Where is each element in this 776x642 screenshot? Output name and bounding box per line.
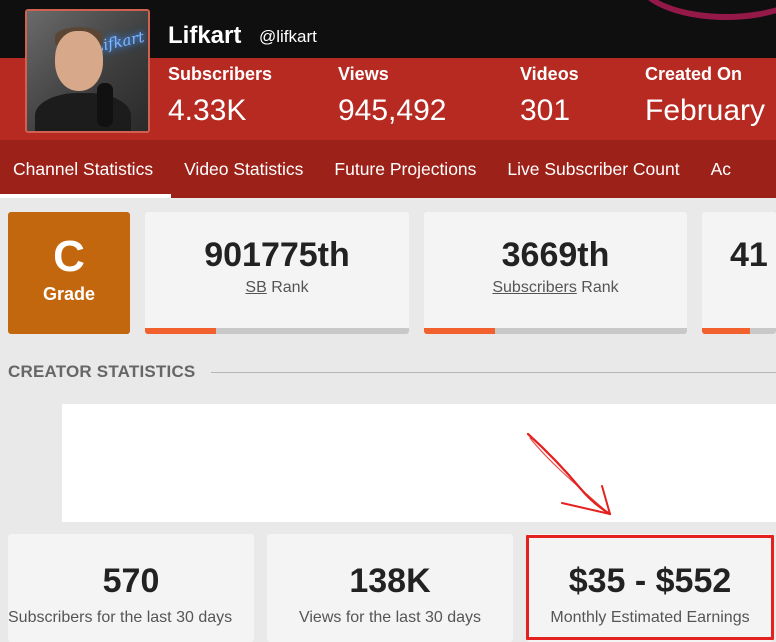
channel-handle[interactable]: @lifkart	[259, 27, 317, 47]
avatar[interactable]: Lifkart	[25, 9, 150, 133]
rank-progress-fill	[424, 328, 495, 334]
stat-card-label: Views for the last 30 days	[298, 609, 482, 626]
stat-views: Views 945,492	[338, 64, 446, 128]
tab-channel-statistics[interactable]: Channel Statistics	[0, 140, 172, 198]
stat-card-subscribers-30d: 570 Subscribers for the last 30 days	[8, 534, 254, 642]
stat-value: 945,492	[338, 94, 447, 127]
stat-card-label: Subscribers for the last 30 days	[8, 609, 233, 626]
ad-placeholder	[62, 404, 776, 522]
rank-value: 41	[730, 236, 768, 274]
rank-caption: SB Rank	[145, 279, 409, 297]
stat-card-value: 570	[102, 562, 160, 600]
stat-card-value: 138K	[349, 562, 431, 600]
annotation-highlight-box	[526, 535, 774, 640]
stat-label: Created On	[645, 64, 743, 84]
avatar-body	[35, 93, 131, 131]
decorative-glow	[636, 0, 776, 20]
grade-letter: C	[53, 232, 85, 281]
tab-live-subscriber-count[interactable]: Live Subscriber Count	[494, 140, 697, 198]
section-divider	[211, 371, 776, 373]
grade-card: C Grade	[8, 212, 130, 334]
rank-progress-track	[424, 328, 687, 334]
section-title: CREATOR STATISTICS	[8, 362, 196, 381]
channel-name: Lifkart	[168, 22, 242, 49]
tab-label: Future Projections	[334, 158, 477, 179]
stat-card-views-30d: 138K Views for the last 30 days	[267, 534, 513, 642]
grade-label: Grade	[42, 284, 96, 304]
stat-value: 301	[520, 94, 571, 127]
stat-created-on: Created On February	[645, 64, 765, 128]
rank-progress-track	[702, 328, 776, 334]
stat-label: Videos	[520, 64, 579, 84]
rank-suffix: Rank	[266, 279, 309, 296]
creator-statistics-header: CREATOR STATISTICS	[8, 362, 776, 382]
rank-caption: Subscribers Rank	[424, 279, 687, 297]
tab-label: Ac	[710, 158, 732, 179]
rank-value: 901775th	[204, 236, 350, 274]
rank-link[interactable]: SB	[245, 279, 266, 296]
stat-videos: Videos 301	[520, 64, 579, 128]
tab-label: Channel Statistics	[13, 158, 154, 179]
tab-future-projections[interactable]: Future Projections	[321, 140, 494, 198]
rank-progress-track	[145, 328, 409, 334]
stat-label: Views	[338, 64, 389, 84]
stat-value: 4.33K	[168, 94, 247, 127]
rank-card-subscribers: 3669th Subscribers Rank	[424, 212, 687, 334]
channel-nav: Channel Statistics Video Statistics Futu…	[0, 140, 776, 198]
tab-label: Live Subscriber Count	[507, 158, 680, 179]
tab-label: Video Statistics	[184, 158, 304, 179]
stat-value: February	[645, 94, 766, 127]
rank-card-sb: 901775th SB Rank	[145, 212, 409, 334]
rank-value: 3669th	[501, 236, 610, 274]
microphone-icon	[97, 83, 113, 127]
rank-link[interactable]: Subscribers	[492, 279, 576, 296]
rank-progress-fill	[702, 328, 751, 334]
rank-progress-fill	[145, 328, 217, 334]
tab-truncated[interactable]: Ac	[698, 140, 749, 198]
stat-label: Subscribers	[168, 64, 273, 84]
avatar-face	[55, 31, 103, 91]
rank-suffix: Rank	[576, 279, 619, 296]
rank-card-partial: 41	[702, 212, 776, 334]
stat-subscribers: Subscribers 4.33K	[168, 64, 272, 128]
tab-video-statistics[interactable]: Video Statistics	[171, 140, 321, 198]
